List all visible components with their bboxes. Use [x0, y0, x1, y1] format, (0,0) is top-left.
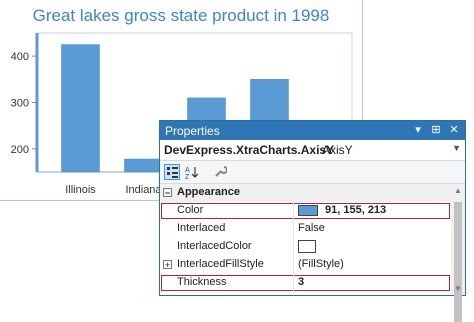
divider — [293, 274, 294, 292]
pin-icon[interactable]: ⊞ — [429, 123, 443, 137]
object-type: AxisY — [322, 143, 353, 157]
properties-titlebar[interactable]: Properties ▾ ⊞ ✕ — [160, 121, 465, 140]
collapse-icon[interactable]: − — [163, 188, 172, 198]
property-name: InterlacedFillStyle — [177, 258, 264, 270]
expand-icon[interactable]: + — [163, 260, 172, 270]
scrollbar[interactable]: ▲ ▼ — [451, 184, 465, 322]
window-menu-icon[interactable]: ▾ — [411, 123, 425, 137]
object-selector[interactable]: DevExpress.XtraCharts.AxisY AxisY ▼ — [160, 140, 465, 161]
x-tick-label: Indiana — [125, 184, 162, 196]
y-tick-label: 200 — [11, 144, 29, 156]
alphabetical-icon[interactable]: AZ — [184, 164, 200, 181]
categorized-icon[interactable] — [164, 164, 180, 180]
y-tick-label: 400 — [11, 51, 29, 63]
color-swatch[interactable] — [298, 240, 316, 253]
property-row-interlaced-color[interactable]: InterlacedColor — [160, 238, 451, 256]
bar-indiana — [124, 158, 163, 173]
scroll-up-icon[interactable]: ▲ — [451, 186, 465, 195]
property-row-interlaced[interactable]: Interlaced False — [160, 220, 451, 238]
divider — [293, 256, 294, 274]
properties-toolbar: AZ — [160, 161, 465, 184]
property-name: Thickness — [177, 276, 227, 288]
properties-title: Properties — [165, 124, 220, 138]
property-value[interactable]: 3 — [298, 276, 304, 288]
chevron-down-icon[interactable]: ▼ — [452, 143, 461, 153]
svg-text:A: A — [185, 167, 190, 174]
object-name: DevExpress.XtraCharts.AxisY — [164, 143, 335, 157]
bar-illinois — [61, 44, 100, 173]
property-row-thickness[interactable]: Thickness 3 — [160, 274, 451, 292]
property-value[interactable]: (FillStyle) — [298, 258, 344, 270]
svg-text:Z: Z — [185, 174, 190, 180]
divider — [293, 220, 294, 238]
close-icon[interactable]: ✕ — [447, 123, 461, 137]
scroll-thumb[interactable] — [454, 202, 462, 322]
category-label: Appearance — [177, 186, 240, 198]
property-value[interactable] — [298, 240, 323, 253]
color-value: 91, 155, 213 — [325, 204, 387, 216]
property-grid: − Appearance Color 91, 155, 213 Interlac… — [160, 184, 451, 295]
property-row-interlaced-fill-style[interactable]: + InterlacedFillStyle (FillStyle) — [160, 256, 451, 274]
scroll-down-icon[interactable]: ▼ — [451, 284, 465, 293]
divider — [293, 238, 294, 256]
properties-window[interactable]: Properties ▾ ⊞ ✕ DevExpress.XtraCharts.A… — [159, 120, 466, 322]
property-value[interactable]: 91, 155, 213 — [298, 204, 386, 216]
property-name: Interlaced — [177, 222, 226, 234]
category-appearance[interactable]: − Appearance — [160, 184, 451, 202]
color-swatch[interactable] — [298, 204, 318, 216]
x-tick-label: Illinois — [65, 184, 96, 196]
property-value[interactable]: False — [298, 222, 325, 234]
divider — [293, 202, 294, 220]
y-tick-label: 300 — [11, 98, 29, 110]
property-row-color[interactable]: Color 91, 155, 213 — [160, 202, 451, 220]
property-name: Color — [177, 204, 204, 216]
wrench-icon[interactable] — [212, 164, 228, 180]
property-name: InterlacedColor — [177, 240, 252, 252]
